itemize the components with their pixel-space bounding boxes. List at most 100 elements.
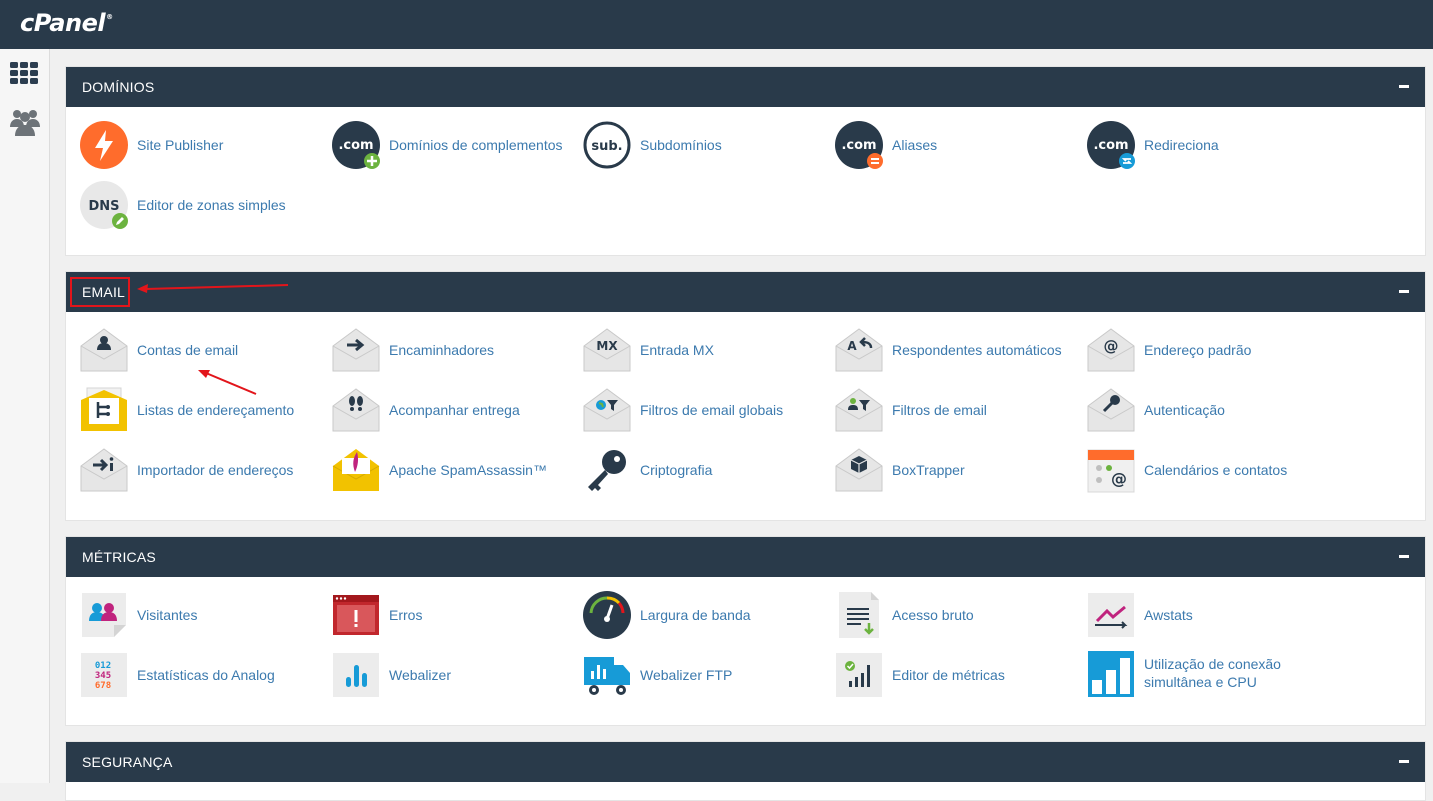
visitors-icon xyxy=(82,593,126,637)
panel-seguranca: SEGURANÇA xyxy=(65,741,1426,801)
svg-text:.com: .com xyxy=(841,138,876,153)
item-label: Webalizer FTP xyxy=(640,667,733,683)
item-redireciona[interactable]: .com Redireciona xyxy=(1087,120,1219,170)
collapse-icon[interactable] xyxy=(1399,760,1409,763)
item-label: Erros xyxy=(389,607,423,623)
dotcom-alias-icon: .com xyxy=(835,121,883,169)
item-largura-banda[interactable]: Largura de banda xyxy=(583,590,751,640)
item-label: Calendários e contatos xyxy=(1144,462,1288,478)
subdomain-icon: sub. xyxy=(583,121,631,169)
collapse-icon[interactable] xyxy=(1399,85,1409,88)
dotcom-redirect-icon: .com xyxy=(1087,121,1135,169)
item-autenticacao[interactable]: Autenticação xyxy=(1087,385,1225,435)
item-label: Listas de endereçamento xyxy=(137,402,295,418)
panel-header-seguranca[interactable]: SEGURANÇA xyxy=(66,742,1425,782)
item-acesso-bruto[interactable]: Acesso bruto xyxy=(835,590,974,640)
item-label: Aliases xyxy=(892,137,938,153)
item-editor-metricas[interactable]: Editor de métricas xyxy=(835,650,1005,700)
item-label: Encaminhadores xyxy=(389,342,495,358)
item-importador[interactable]: Importador de endereços xyxy=(80,445,293,495)
webalizer-ftp-icon xyxy=(584,657,630,695)
panel-header-email[interactable]: EMAIL xyxy=(66,272,1425,312)
awstats-icon xyxy=(1088,593,1134,637)
dns-edit-icon: DNS xyxy=(80,181,128,229)
item-listas-enderecamento[interactable]: Listas de endereçamento xyxy=(80,385,294,435)
item-label: Editor de zonas simples xyxy=(137,197,286,213)
item-spamassassin[interactable]: Apache SpamAssassin™ xyxy=(332,445,547,495)
svg-text:A: A xyxy=(847,339,857,353)
collapse-icon[interactable] xyxy=(1399,555,1409,558)
cpu-usage-icon xyxy=(1088,651,1134,697)
item-filtros-email[interactable]: Filtros de email xyxy=(835,385,987,435)
item-analog[interactable]: 012 345 678 Estatísticas do Analog xyxy=(80,650,275,700)
item-endereco-padrao[interactable]: @ Endereço padrão xyxy=(1087,325,1251,375)
item-webalizer-ftp[interactable]: Webalizer FTP xyxy=(583,650,732,700)
item-label: Respondentes automáticos xyxy=(892,342,1062,358)
item-label: Apache SpamAssassin™ xyxy=(389,462,547,478)
envelope-global-filter-icon xyxy=(583,388,631,432)
item-webalizer[interactable]: Webalizer xyxy=(332,650,451,700)
calendar-at-icon: @ xyxy=(1087,449,1135,493)
item-cpu-conexao[interactable]: Utilização de conexão simultânea e CPU xyxy=(1087,650,1304,700)
item-label: Acompanhar entrega xyxy=(389,402,520,418)
item-subdominios[interactable]: sub. Subdomínios xyxy=(583,120,722,170)
item-dominios-complementos[interactable]: .com Domínios de complementos xyxy=(332,120,563,170)
item-erros[interactable]: Erros xyxy=(332,590,422,640)
panel-header-dominios[interactable]: DOMÍNIOS xyxy=(66,67,1425,107)
annotation-arrow xyxy=(137,284,289,293)
panel-dominios: DOMÍNIOS Site Publisher .com Domínios de… xyxy=(65,66,1426,256)
item-calendarios[interactable]: @ Calendários e contatos xyxy=(1087,445,1287,495)
logo-text: cPanel xyxy=(20,9,106,37)
bandwidth-gauge-icon xyxy=(583,591,631,639)
item-encaminhadores[interactable]: Encaminhadores xyxy=(332,325,494,375)
svg-text:sub.: sub. xyxy=(591,139,622,154)
item-aliases[interactable]: .com Aliases xyxy=(835,120,937,170)
svg-text:678: 678 xyxy=(95,681,111,691)
svg-text:@: @ xyxy=(1104,337,1119,355)
item-label: Autenticação xyxy=(1144,402,1225,418)
item-label: Visitantes xyxy=(137,607,198,623)
users-icon[interactable] xyxy=(9,105,41,142)
grid-icon[interactable] xyxy=(9,60,39,90)
item-label: Filtros de email xyxy=(892,402,987,418)
collapse-icon[interactable] xyxy=(1399,290,1409,293)
webalizer-icon xyxy=(333,653,379,697)
item-contas-email[interactable]: Contas de email xyxy=(80,325,257,395)
svg-text:DNS: DNS xyxy=(88,199,119,214)
item-filtros-globais[interactable]: Filtros de email globais xyxy=(583,385,783,435)
item-label: Importador de endereços xyxy=(137,462,294,478)
key-icon xyxy=(588,450,626,491)
envelope-user-icon xyxy=(80,328,128,372)
item-site-publisher[interactable]: Site Publisher xyxy=(80,120,223,170)
item-entrada-mx[interactable]: MX Entrada MX xyxy=(583,325,714,375)
item-label: Domínios de complementos xyxy=(389,137,563,153)
raw-access-icon xyxy=(839,592,879,638)
item-editor-zonas[interactable]: DNS Editor de zonas simples xyxy=(80,180,286,230)
item-respondentes[interactable]: A Respondentes automáticos xyxy=(835,325,1062,375)
item-label: Site Publisher xyxy=(137,137,224,153)
item-label: Acesso bruto xyxy=(892,607,974,623)
panel-header-metricas[interactable]: MÉTRICAS xyxy=(66,537,1425,577)
envelope-footprints-icon xyxy=(332,388,380,432)
envelope-box-icon xyxy=(835,448,883,492)
item-criptografia[interactable]: Criptografia xyxy=(583,445,712,495)
item-awstats[interactable]: Awstats xyxy=(1087,590,1193,640)
panel-metricas: MÉTRICAS Visitantes Erros Largura de ban… xyxy=(65,536,1426,726)
item-label: Contas de email xyxy=(137,342,239,358)
lightning-icon xyxy=(80,121,128,169)
item-boxtrapper[interactable]: BoxTrapper xyxy=(835,445,965,495)
item-label: Subdomínios xyxy=(640,137,722,153)
svg-text:012: 012 xyxy=(95,661,111,671)
cpanel-logo[interactable]: cPanel® xyxy=(20,9,113,37)
item-acompanhar-entrega[interactable]: Acompanhar entrega xyxy=(332,385,520,435)
svg-text:.com: .com xyxy=(1093,138,1128,153)
svg-text:@: @ xyxy=(1111,469,1127,488)
envelope-import-icon xyxy=(80,448,128,492)
item-visitantes[interactable]: Visitantes xyxy=(80,590,197,640)
item-label: Entrada MX xyxy=(640,342,714,358)
dotcom-add-icon: .com xyxy=(332,121,380,169)
errors-icon xyxy=(333,595,379,635)
envelope-at-icon: @ xyxy=(1087,328,1135,372)
item-label: Largura de banda xyxy=(640,607,751,623)
item-label: Awstats xyxy=(1144,607,1193,623)
